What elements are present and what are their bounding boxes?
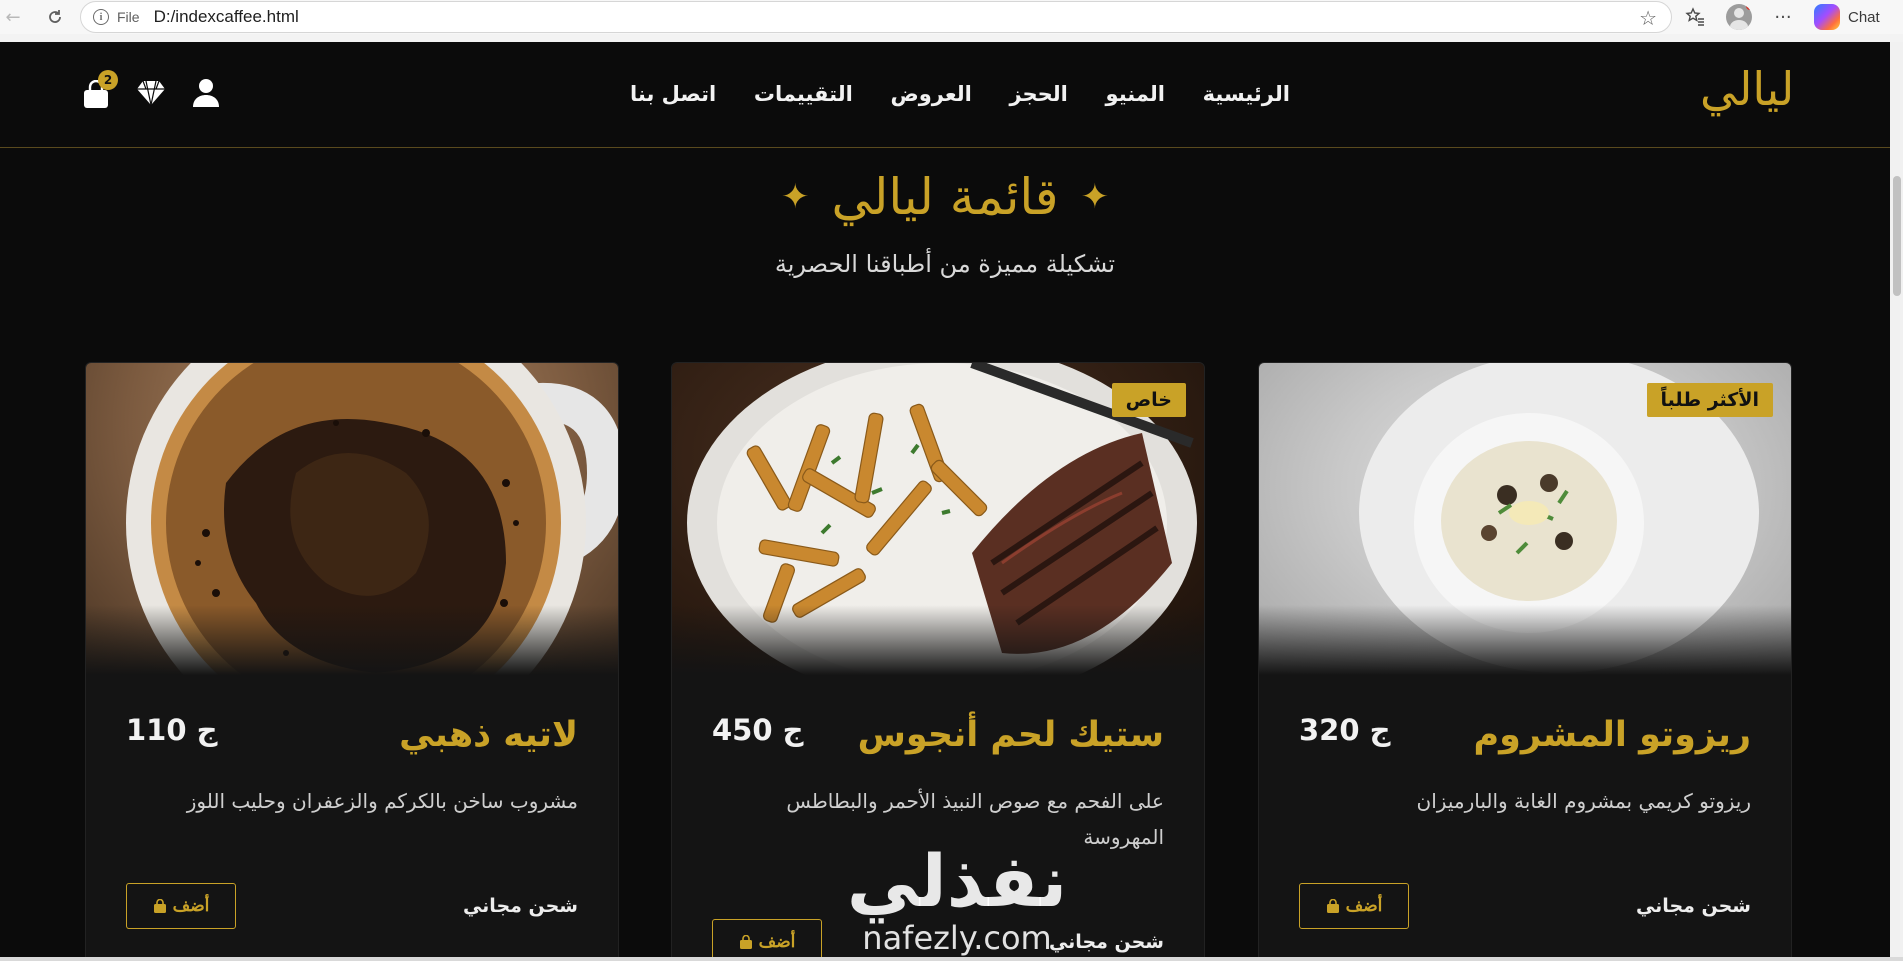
add-button-label: أضف: [758, 932, 796, 951]
site-header: ليالي الرئيسية المنيو الحجز العروض التقي…: [0, 42, 1890, 148]
profile-avatar[interactable]: [1726, 4, 1752, 30]
nav-link-home[interactable]: الرئيسية: [1203, 82, 1290, 106]
bag-icon: [153, 898, 166, 913]
dish-name: لاتيه ذهبي: [399, 715, 578, 755]
menu-card-risotto: الأكثر طلباً ريزوتو المشروم 320 ج ريزوتو…: [1258, 362, 1792, 959]
scrollbar-thumb[interactable]: [1893, 176, 1901, 296]
nav-link-menu[interactable]: المنيو: [1106, 82, 1165, 106]
bag-icon: [739, 934, 752, 949]
tag-badge-most-ordered: الأكثر طلباً: [1646, 383, 1773, 417]
watermark-latin: nafezly.com: [862, 919, 1052, 957]
page-viewport: ليالي الرئيسية المنيو الحجز العروض التقي…: [0, 42, 1890, 959]
copilot-icon[interactable]: [1814, 4, 1840, 30]
more-options-icon[interactable]: ···: [1770, 4, 1796, 30]
risotto-image: الأكثر طلباً: [1259, 363, 1791, 675]
cart-button[interactable]: 2: [82, 70, 118, 110]
address-bar[interactable]: i File D:/indexcaffee.html ☆: [80, 1, 1672, 33]
cart-count-badge: 2: [98, 70, 118, 90]
reload-icon[interactable]: [42, 4, 68, 30]
nav-link-contact[interactable]: اتصل بنا: [630, 82, 716, 106]
coffee-image: [86, 363, 618, 675]
sparkle-icon-left: ✦: [780, 177, 810, 217]
nav-link-reviews[interactable]: التقييمات: [754, 82, 853, 106]
add-to-cart-button[interactable]: أضف: [126, 883, 236, 929]
free-shipping-label: شحن مجاني: [1635, 895, 1751, 917]
header-icons: 2: [82, 70, 220, 112]
file-label: File: [117, 9, 140, 25]
dish-price: 320 ج: [1299, 713, 1391, 747]
favorites-icon[interactable]: [1682, 4, 1708, 30]
add-button-label: أضف: [1345, 896, 1383, 915]
notification-dot: [1746, 4, 1752, 10]
user-icon[interactable]: [192, 78, 220, 112]
tag-badge-special: خاص: [1111, 383, 1186, 417]
free-shipping-label: شحن مجاني: [462, 895, 578, 917]
watermark: نفذلي nafezly.com: [842, 845, 1072, 957]
add-button-label: أضف: [172, 896, 210, 915]
page-scrollbar[interactable]: [1890, 42, 1903, 959]
watermark-arabic: نفذلي: [846, 839, 1068, 923]
dish-description: ريزوتو كريمي بمشروم الغابة والبارميزان: [1416, 789, 1751, 813]
diamond-icon[interactable]: [136, 80, 166, 110]
menu-subtitle: تشكيلة مميزة من أطباقنا الحصرية: [774, 250, 1116, 278]
menu-title-row: ✦ قائمة ليالي ✦: [0, 168, 1890, 226]
steak-image: خاص: [672, 363, 1204, 675]
dish-description: مشروب ساخن بالكركم والزعفران وحليب اللوز: [186, 789, 578, 813]
chat-label[interactable]: Chat: [1848, 9, 1880, 26]
dish-name: ريزوتو المشروم: [1473, 715, 1752, 755]
add-to-cart-button[interactable]: أضف: [1299, 883, 1409, 929]
menu-card-latte: لاتيه ذهبي 110 ج مشروب ساخن بالكركم والز…: [85, 362, 619, 959]
url-text[interactable]: D:/indexcaffee.html: [154, 7, 299, 27]
favorite-star-icon[interactable]: ☆: [1639, 6, 1657, 30]
info-icon[interactable]: i: [93, 9, 109, 25]
main-nav: الرئيسية المنيو الحجز العروض التقييمات ا…: [630, 82, 1290, 106]
nav-link-offers[interactable]: العروض: [890, 82, 971, 106]
bag-icon: [1326, 898, 1339, 913]
add-to-cart-button[interactable]: أضف: [712, 919, 822, 959]
dish-price: 450 ج: [712, 713, 804, 747]
back-arrow-icon[interactable]: ←: [0, 4, 26, 30]
dish-name: ستيك لحم أنجوس: [857, 715, 1164, 755]
nav-link-booking[interactable]: الحجز: [1009, 82, 1067, 106]
brand-logo[interactable]: ليالي: [1700, 62, 1794, 116]
browser-toolbar: ← i File D:/indexcaffee.html ☆ ··· Chat: [0, 0, 1903, 34]
dish-price: 110 ج: [126, 713, 218, 747]
sparkle-icon-right: ✦: [1080, 177, 1110, 217]
menu-title: قائمة ليالي: [831, 168, 1059, 226]
